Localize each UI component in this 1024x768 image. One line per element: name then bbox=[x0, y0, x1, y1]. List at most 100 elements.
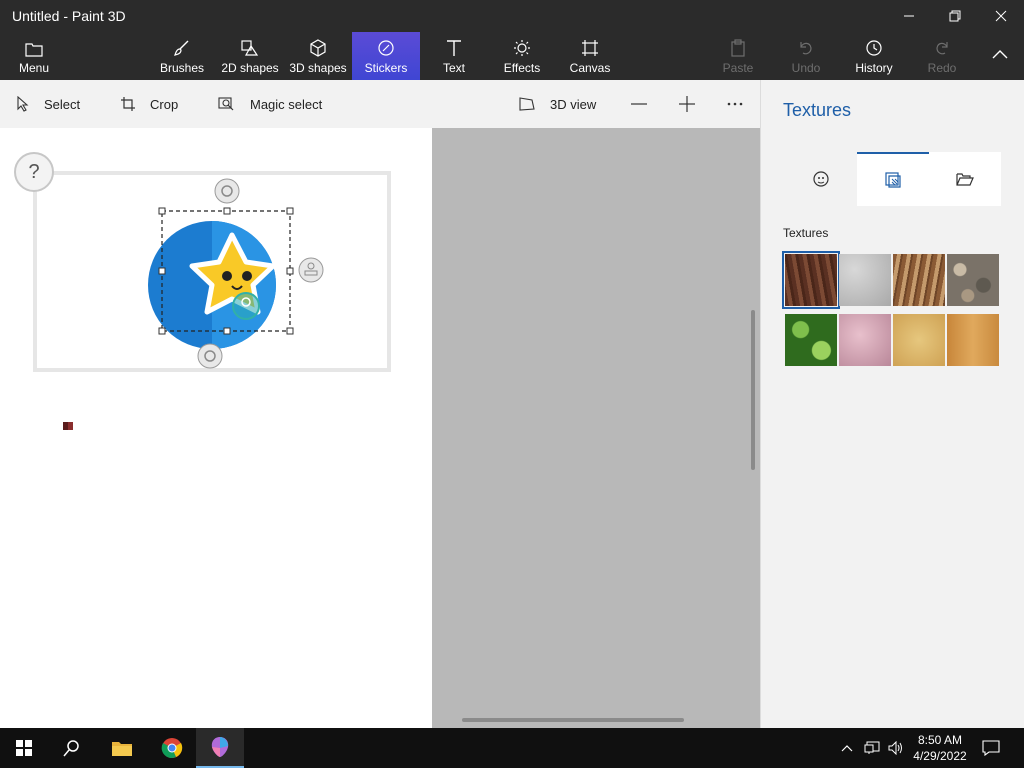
texture-pink-marble[interactable] bbox=[839, 314, 891, 366]
sun-icon bbox=[514, 40, 530, 56]
text-icon bbox=[447, 40, 461, 56]
magic-select-tool[interactable]: Magic select bbox=[218, 80, 322, 128]
texture-icon bbox=[885, 172, 901, 188]
magic-select-label: Magic select bbox=[250, 96, 323, 112]
search-button[interactable] bbox=[48, 728, 96, 768]
stickers-label: Stickers bbox=[364, 61, 408, 75]
vertical-scrollbar[interactable] bbox=[751, 310, 755, 470]
magic-select-icon bbox=[218, 97, 234, 111]
3d-view-icon bbox=[519, 97, 535, 111]
redo-icon bbox=[936, 42, 948, 55]
collapse-ribbon-button[interactable] bbox=[982, 32, 1018, 80]
select-tool[interactable]: Select bbox=[16, 80, 80, 128]
tab-custom-sticker[interactable] bbox=[929, 152, 1001, 206]
restore-button[interactable] bbox=[932, 0, 978, 32]
clock-time: 8:50 AM bbox=[917, 733, 963, 747]
2d-shapes-button[interactable]: 2D shapes bbox=[218, 32, 282, 80]
volume-button[interactable] bbox=[884, 728, 908, 768]
taskbar: 8:50 AM 4/29/2022 bbox=[0, 728, 1024, 768]
text-label: Text bbox=[442, 61, 465, 75]
undo-button[interactable]: Undo bbox=[784, 32, 828, 80]
history-label: History bbox=[855, 61, 893, 75]
file-explorer-button[interactable] bbox=[98, 728, 146, 768]
select-label: Select bbox=[44, 96, 81, 112]
system-clock[interactable]: 8:50 AM 4/29/2022 bbox=[910, 732, 970, 764]
canvas-workspace[interactable]: ? bbox=[0, 128, 432, 728]
texture-leaves[interactable] bbox=[785, 314, 837, 366]
open-folder-icon bbox=[956, 173, 974, 186]
plus-icon bbox=[679, 96, 695, 112]
start-button[interactable] bbox=[0, 728, 48, 768]
clock-date: 4/29/2022 bbox=[913, 749, 967, 763]
effects-label: Effects bbox=[503, 61, 541, 75]
texture-pebbles[interactable] bbox=[947, 254, 999, 306]
close-button[interactable] bbox=[978, 0, 1024, 32]
pointer-icon bbox=[17, 96, 29, 112]
texture-granite[interactable] bbox=[839, 254, 891, 306]
window-title: Untitled - Paint 3D bbox=[12, 8, 126, 24]
file-explorer-icon bbox=[112, 742, 132, 756]
notifications-button[interactable] bbox=[968, 728, 1014, 768]
text-button[interactable]: Text bbox=[430, 32, 478, 80]
redo-button[interactable]: Redo bbox=[922, 32, 962, 80]
texture-sand[interactable] bbox=[893, 314, 945, 366]
minimize-icon bbox=[904, 15, 914, 17]
sticker-tabs bbox=[761, 152, 1024, 206]
3d-shapes-button[interactable]: 3D shapes bbox=[288, 32, 348, 80]
textures-section-label: Textures bbox=[783, 226, 829, 240]
tab-stickers[interactable] bbox=[785, 152, 857, 206]
network-button[interactable] bbox=[860, 728, 884, 768]
zoom-out-button[interactable] bbox=[630, 80, 662, 128]
tilt-handle-icon bbox=[197, 343, 223, 369]
2d-shapes-label: 2D shapes bbox=[221, 61, 279, 75]
brushes-button[interactable]: Brushes bbox=[156, 32, 208, 80]
texture-wood-grain[interactable] bbox=[893, 254, 945, 306]
restore-icon bbox=[949, 10, 961, 22]
close-icon bbox=[995, 10, 1007, 22]
crop-label: Crop bbox=[150, 96, 179, 112]
3d-view-label: 3D view bbox=[550, 96, 597, 112]
speaker-icon bbox=[888, 741, 902, 755]
history-button[interactable]: History bbox=[850, 32, 898, 80]
canvas-icon bbox=[582, 40, 598, 56]
stamp-handle-icon bbox=[298, 257, 324, 283]
brush-icon bbox=[174, 40, 189, 56]
side-panel: Textures Textures bbox=[760, 80, 1024, 728]
texture-light-wood[interactable] bbox=[947, 314, 999, 366]
canvas-button[interactable]: Canvas bbox=[566, 32, 614, 80]
help-button[interactable]: ? bbox=[14, 152, 54, 192]
3d-view-button[interactable]: 3D view bbox=[518, 80, 596, 128]
chrome-icon bbox=[161, 738, 183, 758]
crop-icon bbox=[121, 97, 135, 111]
more-options-button[interactable] bbox=[726, 80, 758, 128]
title-bar: Untitled - Paint 3D bbox=[0, 0, 1024, 32]
texture-bark[interactable] bbox=[782, 251, 840, 309]
chrome-button[interactable] bbox=[148, 728, 196, 768]
canvas-label: Canvas bbox=[569, 61, 611, 75]
paste-button[interactable]: Paste bbox=[716, 32, 760, 80]
horizontal-scrollbar[interactable] bbox=[462, 718, 684, 722]
show-hidden-icons-button[interactable] bbox=[836, 728, 858, 768]
sticker-selection[interactable] bbox=[140, 176, 340, 376]
effects-button[interactable]: Effects bbox=[498, 32, 546, 80]
menu-button[interactable]: Menu bbox=[8, 32, 60, 80]
3d-shapes-label: 3D shapes bbox=[289, 61, 347, 75]
cursor-icon bbox=[63, 422, 73, 430]
folder-icon bbox=[25, 43, 43, 57]
help-label: ? bbox=[28, 160, 40, 183]
tool-bar: Select Crop Magic select 3D view bbox=[0, 80, 760, 128]
redo-label: Redo bbox=[927, 61, 957, 75]
workspace-background bbox=[432, 128, 760, 728]
paste-label: Paste bbox=[722, 61, 754, 75]
crop-tool[interactable]: Crop bbox=[120, 80, 178, 128]
ribbon: Menu Brushes 2D shapes 3D shapes Sticker… bbox=[0, 32, 1024, 80]
paint-3d-taskbar-button[interactable] bbox=[196, 728, 244, 768]
chevron-up-icon bbox=[841, 745, 853, 752]
undo-label: Undo bbox=[791, 61, 821, 75]
stickers-button[interactable]: Stickers bbox=[352, 32, 420, 80]
zoom-in-button[interactable] bbox=[678, 80, 710, 128]
tab-textures[interactable] bbox=[857, 152, 929, 206]
minimize-button[interactable] bbox=[886, 0, 932, 32]
windows-logo-icon bbox=[16, 740, 32, 756]
network-icon bbox=[864, 741, 880, 754]
